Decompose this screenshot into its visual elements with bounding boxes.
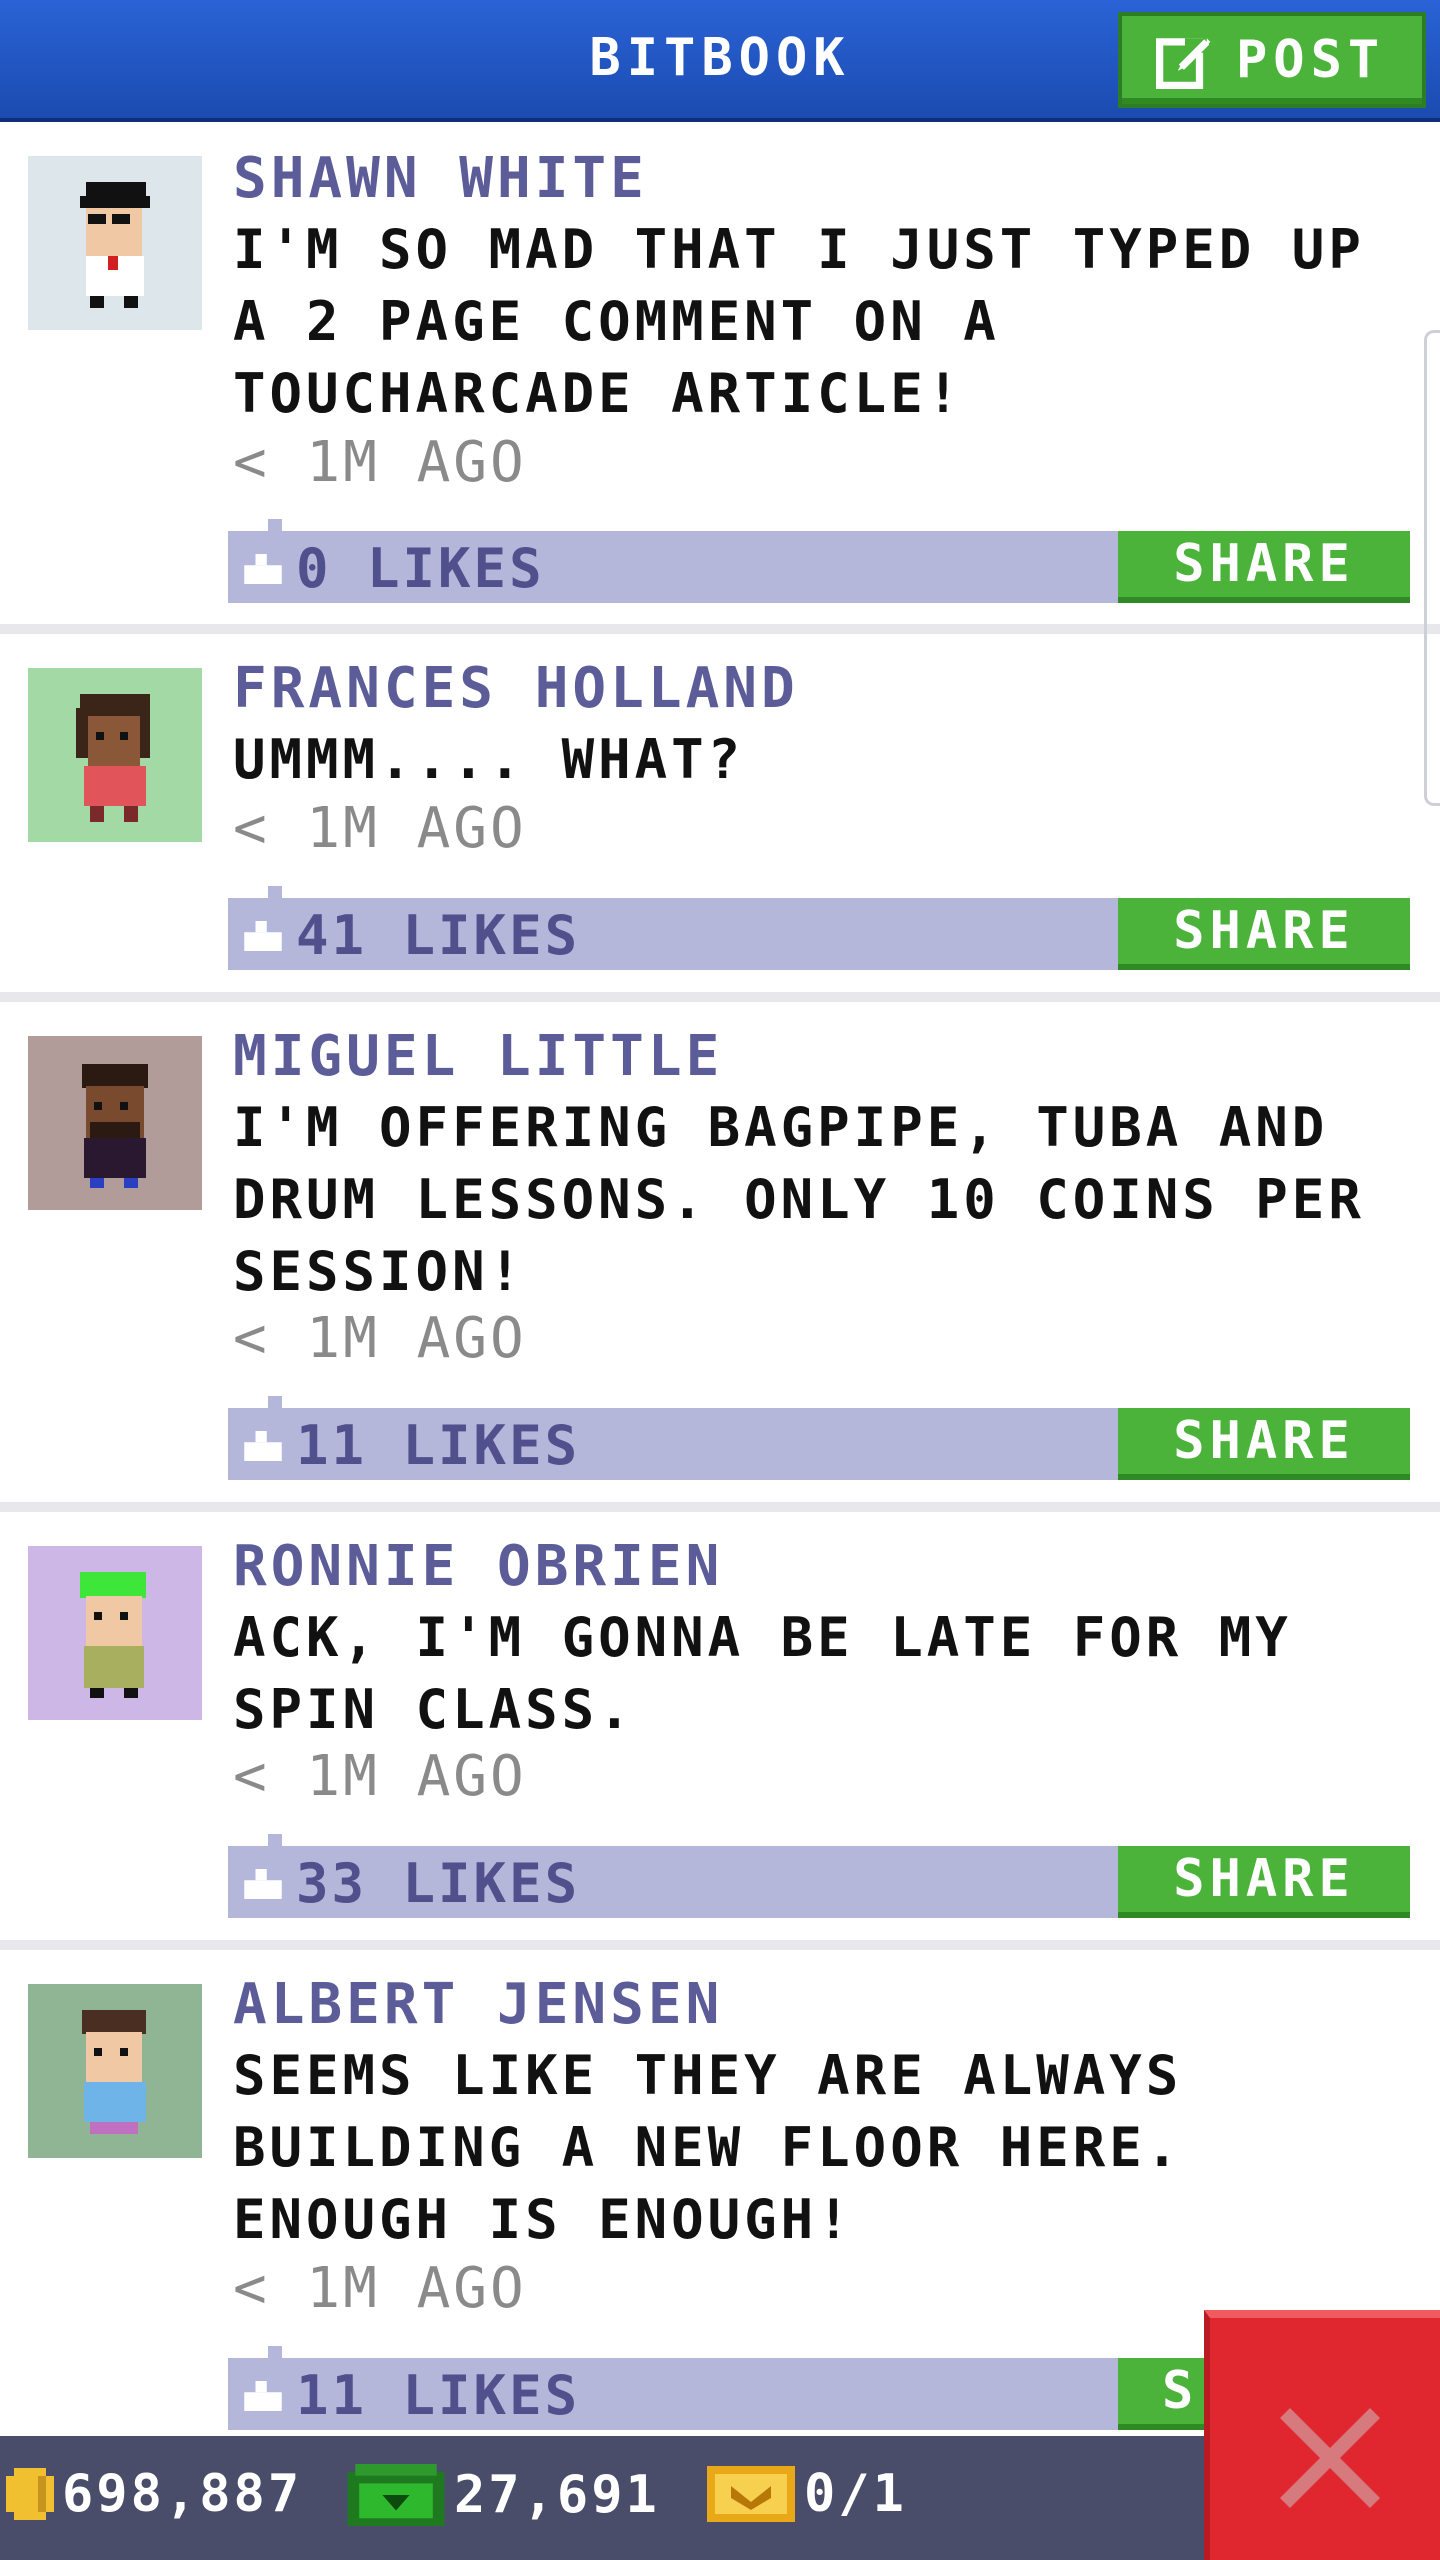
avatar-image (28, 156, 202, 330)
likes-count[interactable]: 11 LIKES (244, 2364, 580, 2427)
divider (0, 992, 1440, 1002)
post-text: I'M SO MAD THAT I JUST TYPED UP A 2 PAGE… (233, 218, 1365, 425)
like-icon (244, 1868, 282, 1899)
top-bar: BITBOOK POST (0, 0, 1440, 122)
tickets-value: 0/1 (804, 2464, 907, 2524)
post-timestamp: < 1M AGO (233, 796, 527, 861)
coins-stat: 698,887 (6, 2464, 302, 2524)
like-icon (244, 2380, 282, 2411)
share-button[interactable]: SHARE (1118, 1408, 1410, 1480)
compose-icon (1156, 38, 1211, 89)
post-author[interactable]: MIGUEL LITTLE (233, 1024, 723, 1089)
divider (0, 1940, 1440, 1950)
post-timestamp: < 1M AGO (233, 2256, 527, 2321)
share-button[interactable]: SHARE (1118, 531, 1410, 603)
post-author[interactable]: RONNIE OBRIEN (233, 1534, 723, 1599)
like-icon (244, 1430, 282, 1461)
likes-label: 33 LIKES (296, 1852, 581, 1915)
post-author[interactable]: SHAWN WHITE (233, 146, 648, 211)
tickets-stat: 0/1 (706, 2464, 907, 2524)
avatar[interactable] (28, 1984, 202, 2158)
post-button[interactable]: POST (1118, 12, 1426, 108)
close-button[interactable] (1204, 2310, 1440, 2560)
like-icon (244, 553, 282, 584)
like-icon (244, 920, 282, 951)
bux-stat: 27,691 (346, 2464, 660, 2526)
divider (0, 1502, 1440, 1512)
post-author[interactable]: ALBERT JENSEN (233, 1972, 723, 2037)
close-icon (1280, 2408, 1380, 2508)
likes-label: 41 LIKES (296, 904, 581, 967)
avatar-image (28, 1546, 202, 1720)
avatar-image (28, 668, 202, 842)
avatar-image (28, 1036, 202, 1210)
likes-bar: 41 LIKES SHARE (228, 886, 1410, 970)
vip-ticket-icon (707, 2466, 795, 2522)
avatar[interactable] (28, 1036, 202, 1210)
post-text: ACK, I'M GONNA BE LATE FOR MY SPIN CLASS… (233, 1606, 1292, 1741)
bux-icon (347, 2464, 445, 2526)
avatar[interactable] (28, 668, 202, 842)
likes-bar: 33 LIKES SHARE (228, 1834, 1410, 1918)
divider (0, 624, 1440, 634)
post-text: I'M OFFERING BAGPIPE, TUBA AND DRUM LESS… (233, 1096, 1365, 1303)
share-button[interactable]: SHARE (1118, 898, 1410, 970)
likes-bar: 11 LIKES SHARE (228, 1396, 1410, 1480)
likes-count[interactable]: 33 LIKES (244, 1852, 580, 1915)
post-timestamp: < 1M AGO (233, 1306, 527, 1371)
likes-bar: 0 LIKES SHARE (228, 519, 1410, 603)
avatar[interactable] (28, 156, 202, 330)
post-author[interactable]: FRANCES HOLLAND (233, 656, 799, 721)
post-timestamp: < 1M AGO (233, 1744, 527, 1809)
avatar-image (28, 1984, 202, 2158)
bux-value: 27,691 (454, 2465, 660, 2525)
post-text: UMMM.... WHAT? (233, 728, 745, 791)
likes-count[interactable]: 11 LIKES (244, 1414, 580, 1477)
share-button[interactable]: SHARE (1118, 1846, 1410, 1918)
coins-value: 698,887 (62, 2464, 303, 2524)
likes-label: 0 LIKES (296, 537, 545, 600)
scrollbar[interactable] (1424, 330, 1440, 806)
post-button-label: POST (1236, 30, 1386, 90)
likes-label: 11 LIKES (296, 1414, 581, 1477)
avatar[interactable] (28, 1546, 202, 1720)
post-timestamp: < 1M AGO (233, 430, 527, 495)
likes-label: 11 LIKES (296, 2364, 581, 2427)
coin-icon (6, 2468, 54, 2520)
post-text: SEEMS LIKE THEY ARE ALWAYS BUILDING A NE… (233, 2044, 1183, 2251)
likes-count[interactable]: 0 LIKES (244, 537, 545, 600)
likes-count[interactable]: 41 LIKES (244, 904, 580, 967)
